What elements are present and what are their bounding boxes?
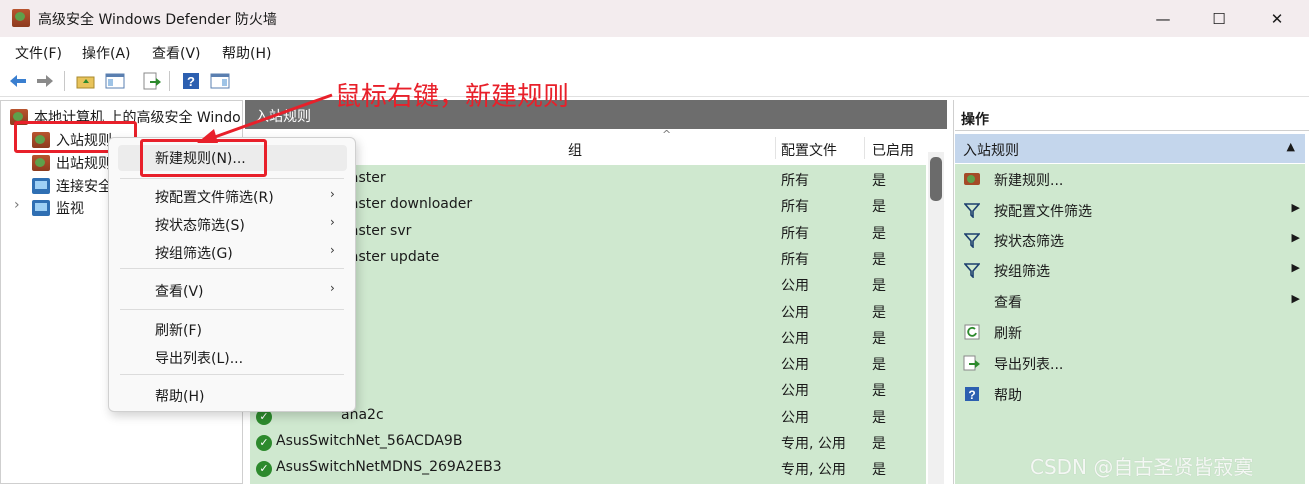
annotation-text: 鼠标右键，新建规则 [335, 82, 570, 112]
annotation-arrow [197, 93, 333, 143]
watermark: CSDN @自古圣贤皆寂寞 [1030, 455, 1254, 479]
